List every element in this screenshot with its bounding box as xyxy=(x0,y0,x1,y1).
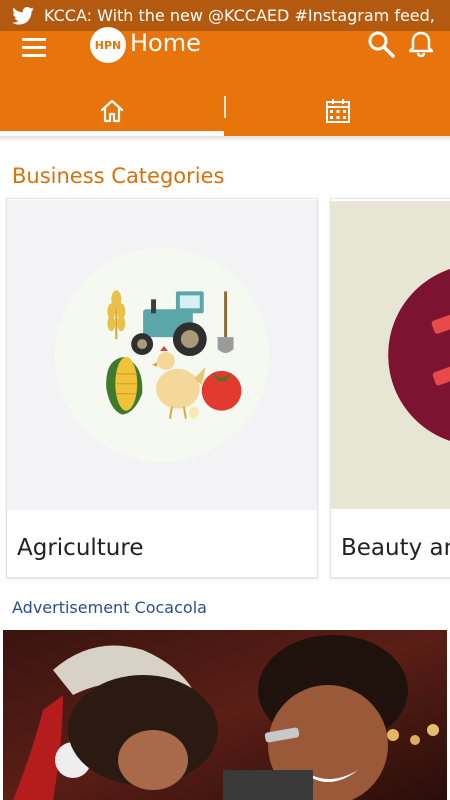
ticker-text: KCCA: With the new @KCCAED #Instagram fe… xyxy=(44,6,435,25)
twitter-icon xyxy=(12,6,34,25)
category-card-agriculture[interactable]: Agriculture xyxy=(6,198,318,578)
tab-bar xyxy=(0,86,450,136)
search-icon[interactable] xyxy=(366,29,396,59)
category-label: Beauty and xyxy=(341,535,450,561)
agriculture-illustration xyxy=(7,200,317,510)
advertisement-title: Advertisement Cocacola xyxy=(12,598,207,617)
category-label: Agriculture xyxy=(17,535,144,561)
section-title: Business Categories xyxy=(12,164,225,188)
notification-ticker[interactable]: KCCA: With the new @KCCAED #Instagram fe… xyxy=(0,0,450,31)
page-title: Home xyxy=(130,29,201,57)
app-logo: HPN xyxy=(90,27,126,63)
tab-calendar[interactable] xyxy=(226,86,450,136)
beauty-illustration xyxy=(331,201,450,509)
advertisement-photo[interactable] xyxy=(3,630,447,800)
home-icon xyxy=(100,99,124,123)
tab-home[interactable] xyxy=(0,86,224,136)
calendar-icon xyxy=(326,99,350,123)
bell-icon[interactable] xyxy=(406,29,436,59)
app-bar: HPN Home xyxy=(0,27,450,136)
menu-icon[interactable] xyxy=(22,33,50,61)
app-bar-shadow xyxy=(0,136,450,142)
category-card-beauty[interactable]: Beauty and xyxy=(330,198,450,578)
